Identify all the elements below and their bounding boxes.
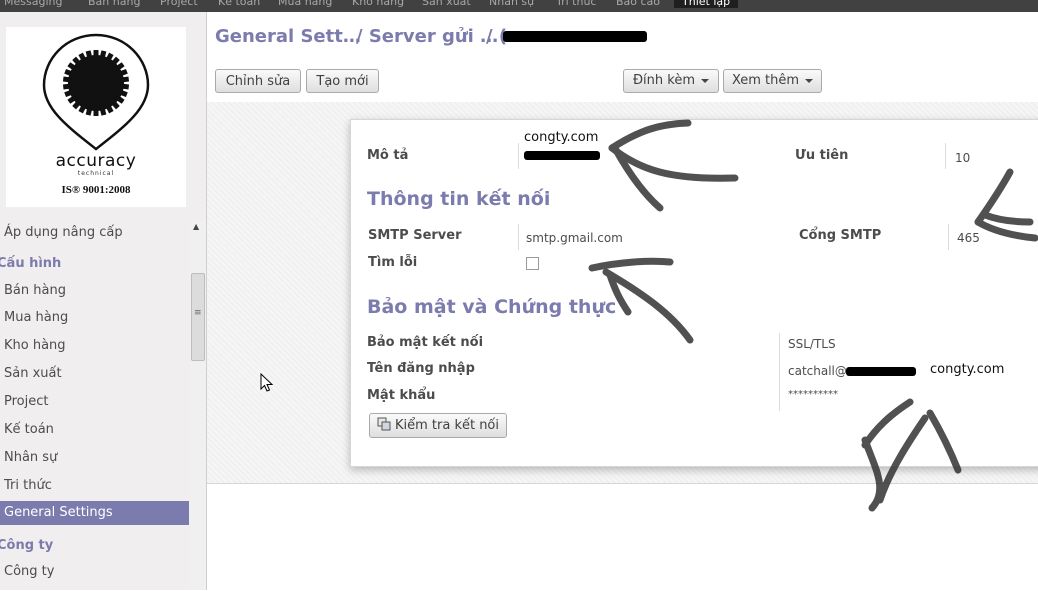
caret-down-icon bbox=[701, 78, 710, 83]
attach-label: Đính kèm bbox=[632, 73, 696, 88]
chatter-area bbox=[207, 483, 1038, 591]
top-menu-hr[interactable]: Nhân sự bbox=[489, 0, 534, 8]
field-divider bbox=[948, 224, 949, 250]
field-divider bbox=[518, 224, 519, 250]
sidebar-section-configuration: Cấu hình bbox=[0, 256, 62, 271]
redaction-mark bbox=[524, 151, 600, 160]
scroll-up-arrow-icon[interactable]: ▲ bbox=[193, 222, 199, 231]
sidebar-item-general-settings[interactable]: General Settings bbox=[0, 501, 189, 525]
sidebar-item-warehouse[interactable]: Kho hàng bbox=[0, 334, 189, 357]
logo-subtext: technical bbox=[77, 170, 115, 177]
field-divider bbox=[779, 333, 780, 411]
smtp-port-value[interactable]: 465 bbox=[957, 231, 980, 245]
sidebar-item-hr[interactable]: Nhân sự bbox=[0, 446, 189, 469]
top-menu-manufacturing[interactable]: Sản xuất bbox=[422, 0, 471, 8]
more-dropdown-button[interactable]: Xem thêm bbox=[723, 69, 822, 93]
sidebar-menu: Áp dụng nâng cấp Cấu hình Bán hàng Mua h… bbox=[0, 220, 190, 590]
field-divider bbox=[945, 143, 946, 169]
edit-button[interactable]: Chỉnh sửa bbox=[215, 69, 301, 93]
redaction-mark bbox=[846, 367, 916, 376]
connection-section-title: Thông tin kết nối bbox=[367, 188, 551, 210]
sidebar-scrollbar[interactable]: ▲ ≡ bbox=[190, 220, 206, 590]
priority-label: Ưu tiên bbox=[795, 148, 849, 163]
debug-label: Tìm lỗi bbox=[368, 255, 418, 270]
description-value[interactable]: congty.com bbox=[524, 130, 598, 145]
field-divider bbox=[518, 143, 519, 169]
redaction-mark bbox=[503, 31, 647, 42]
more-label: Xem thêm bbox=[731, 73, 800, 88]
sidebar-item-project[interactable]: Project bbox=[0, 390, 189, 413]
debug-checkbox[interactable] bbox=[526, 257, 539, 270]
top-menu-purchase[interactable]: Mua hàng bbox=[278, 0, 332, 8]
sidebar-item-apply-upgrades[interactable]: Áp dụng nâng cấp bbox=[0, 221, 189, 244]
sidebar-item-sales[interactable]: Bán hàng bbox=[0, 279, 189, 302]
sidebar-section-company: Công ty bbox=[0, 538, 54, 553]
password-label: Mật khẩu bbox=[367, 388, 436, 403]
test-connection-button[interactable]: Kiểm tra kết nối bbox=[369, 413, 507, 438]
smtp-server-value[interactable]: smtp.gmail.com bbox=[526, 231, 623, 245]
security-section-title: Bảo mật và Chứng thực bbox=[367, 296, 617, 318]
smtp-server-label: SMTP Server bbox=[368, 228, 462, 243]
top-menu-bar: Messaging Bán hàng Project Kế toán Mua h… bbox=[0, 0, 1038, 12]
test-connection-icon bbox=[377, 417, 391, 431]
description-label: Mô tả bbox=[367, 148, 409, 163]
mouse-cursor-icon bbox=[260, 373, 274, 392]
scrollbar-thumb[interactable]: ≡ bbox=[191, 273, 205, 361]
logo-iso-text: IS® 9001:2008 bbox=[61, 184, 131, 196]
top-menu-accounting[interactable]: Kế toán bbox=[218, 0, 260, 8]
sidebar-item-purchase[interactable]: Mua hàng bbox=[0, 306, 189, 329]
smtp-port-label: Cổng SMTP bbox=[799, 228, 882, 243]
accuracy-gear-logo-icon bbox=[42, 33, 150, 151]
company-logo[interactable]: accuracy technical IS® 9001:2008 bbox=[6, 27, 186, 207]
top-menu-warehouse[interactable]: Kho hàng bbox=[352, 0, 404, 8]
top-menu-sales[interactable]: Bán hàng bbox=[88, 0, 140, 8]
breadcrumb-general-settings[interactable]: General Sett… bbox=[215, 26, 361, 47]
attach-dropdown-button[interactable]: Đính kèm bbox=[623, 69, 719, 93]
sidebar: accuracy technical IS® 9001:2008 Áp dụng… bbox=[0, 12, 207, 590]
username-value-prefix[interactable]: catchall@ bbox=[788, 364, 847, 378]
username-label: Tên đăng nhập bbox=[367, 361, 475, 376]
caret-down-icon bbox=[805, 78, 814, 83]
sidebar-item-company[interactable]: Công ty bbox=[0, 560, 189, 583]
top-menu-settings[interactable]: Thiết lập bbox=[674, 0, 739, 8]
logo-wordmark: accuracy bbox=[55, 151, 137, 171]
top-menu-knowledge[interactable]: Tri thức bbox=[556, 0, 596, 8]
top-menu-messaging[interactable]: Messaging bbox=[4, 0, 62, 8]
grip-icon: ≡ bbox=[194, 308, 202, 318]
test-connection-label: Kiểm tra kết nối bbox=[394, 418, 500, 433]
priority-value[interactable]: 10 bbox=[955, 151, 970, 165]
username-value-suffix: congty.com bbox=[930, 362, 1005, 377]
sidebar-item-accounting[interactable]: Kế toán bbox=[0, 418, 189, 441]
connection-security-label: Bảo mật kết nối bbox=[367, 335, 484, 350]
top-menu-project[interactable]: Project bbox=[160, 0, 198, 8]
sidebar-item-knowledge[interactable]: Tri thức bbox=[0, 474, 189, 497]
create-button[interactable]: Tạo mới bbox=[306, 69, 379, 93]
connection-security-value[interactable]: SSL/TLS bbox=[788, 337, 836, 351]
password-value[interactable]: ********** bbox=[788, 389, 838, 400]
sidebar-item-manufacturing[interactable]: Sản xuất bbox=[0, 362, 189, 385]
breadcrumb-outgoing-server[interactable]: / Server gửi … bbox=[356, 26, 498, 47]
top-menu-reports[interactable]: Báo cáo bbox=[616, 0, 660, 8]
